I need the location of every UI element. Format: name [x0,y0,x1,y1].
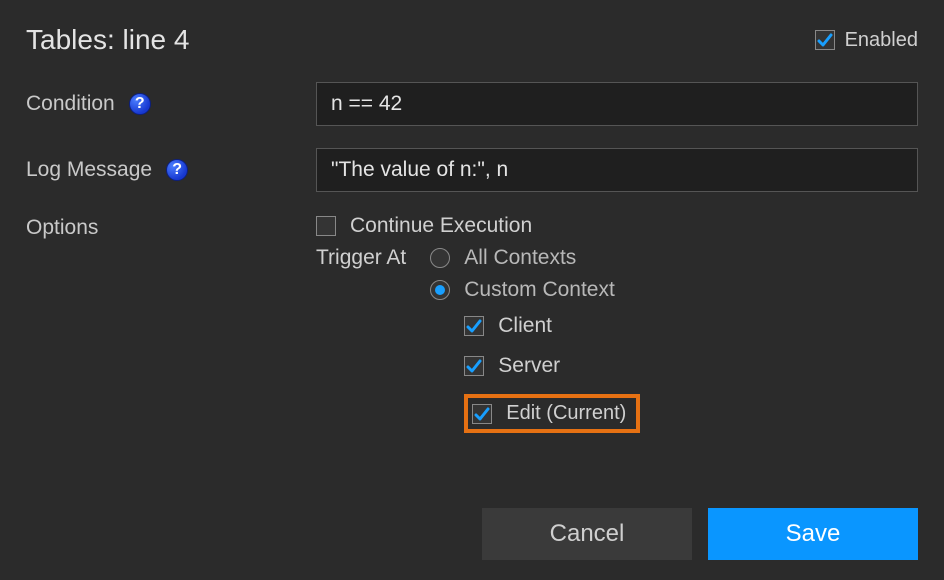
context-server-label: Server [498,354,560,378]
edit-checkbox[interactable] [472,404,492,424]
continue-execution-toggle[interactable]: Continue Execution [316,214,918,238]
condition-label: Condition [26,92,115,116]
radio-icon[interactable] [430,248,450,268]
radio-custom-label: Custom Context [464,278,615,302]
options-label: Options [26,214,316,240]
context-edit-label: Edit (Current) [506,402,626,425]
page-title: Tables: line 4 [26,24,189,56]
radio-custom-context[interactable]: Custom Context [430,278,640,302]
context-server-toggle[interactable]: Server [464,354,640,378]
trigger-radio-group: All Contexts Custom Context Client [430,246,640,433]
condition-input[interactable] [316,82,918,126]
breakpoint-dialog: Tables: line 4 Enabled Condition ? Log M… [0,0,944,580]
log-message-input[interactable] [316,148,918,192]
trigger-row: Trigger At All Contexts Custom Context [316,246,918,433]
radio-icon[interactable] [430,280,450,300]
continue-checkbox[interactable] [316,216,336,236]
context-client-label: Client [498,314,552,338]
radio-all-label: All Contexts [464,246,576,270]
options-row: Options Continue Execution Trigger At Al… [26,214,918,433]
enabled-checkbox[interactable] [815,30,835,50]
enabled-toggle[interactable]: Enabled [815,29,918,52]
server-checkbox[interactable] [464,356,484,376]
log-message-row: Log Message ? [26,148,918,192]
radio-all-contexts[interactable]: All Contexts [430,246,640,270]
save-button[interactable]: Save [708,508,918,560]
log-message-label: Log Message [26,158,152,182]
help-icon[interactable]: ? [129,93,151,115]
button-row: Cancel Save [26,508,918,560]
help-icon[interactable]: ? [166,159,188,181]
options-body: Continue Execution Trigger At All Contex… [316,214,918,433]
condition-row: Condition ? [26,82,918,126]
context-client-toggle[interactable]: Client [464,314,640,338]
continue-label: Continue Execution [350,214,532,238]
client-checkbox[interactable] [464,316,484,336]
header-row: Tables: line 4 Enabled [26,24,918,56]
trigger-at-label: Trigger At [316,246,406,270]
cancel-button[interactable]: Cancel [482,508,692,560]
edit-current-highlight: Edit (Current) [464,394,640,433]
context-checks: Client Server [464,314,640,433]
enabled-label: Enabled [845,29,918,52]
